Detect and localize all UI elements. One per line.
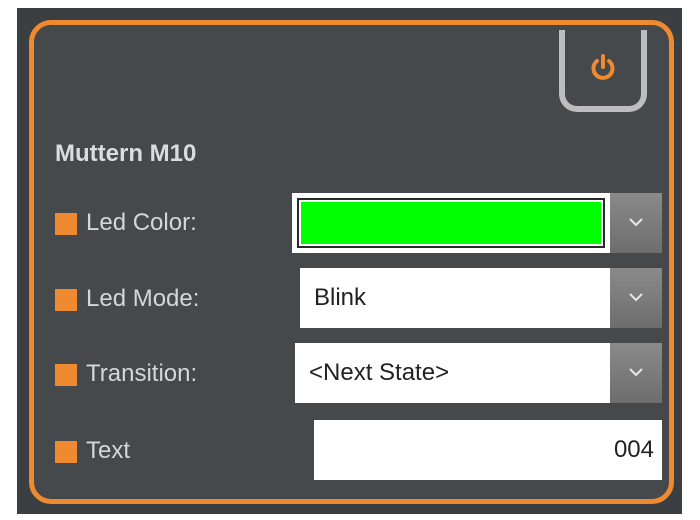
app-window: Muttern M10 Led Color: Led Mode: Blink T… (17, 8, 682, 514)
transition-dropdown[interactable]: <Next State> (295, 343, 662, 403)
transition-label: Transition: (86, 360, 198, 387)
transition-checkbox[interactable] (55, 364, 77, 386)
chevron-down-icon (629, 214, 643, 232)
led-color-row: Led Color: (34, 193, 669, 255)
led-mode-label: Led Mode: (86, 285, 200, 312)
led-mode-dropdown[interactable]: Blink (300, 268, 662, 328)
chevron-down-icon (629, 289, 643, 307)
led-mode-value: Blink (314, 284, 367, 311)
panel-title: Muttern M10 (55, 140, 197, 167)
led-color-label: Led Color: (86, 209, 197, 236)
led-mode-row: Led Mode: Blink (34, 268, 669, 330)
led-color-checkbox[interactable] (55, 213, 77, 235)
text-checkbox[interactable] (55, 441, 77, 463)
text-row: Text 004 (34, 420, 669, 482)
transition-row: Transition: <Next State> (34, 343, 669, 405)
transition-dropdown-arrow[interactable] (610, 343, 662, 403)
transition-value: <Next State> (309, 359, 450, 386)
power-icon (589, 53, 617, 83)
led-color-swatch (297, 198, 605, 248)
state-panel: Muttern M10 Led Color: Led Mode: Blink T… (29, 20, 674, 504)
text-input[interactable]: 004 (314, 420, 662, 480)
chevron-down-icon (629, 364, 643, 382)
led-mode-checkbox[interactable] (55, 289, 77, 311)
led-color-dropdown-arrow[interactable] (610, 193, 662, 253)
power-button[interactable] (559, 30, 647, 112)
led-color-dropdown[interactable] (292, 193, 662, 253)
led-mode-dropdown-arrow[interactable] (610, 268, 662, 328)
text-label: Text (86, 437, 131, 464)
